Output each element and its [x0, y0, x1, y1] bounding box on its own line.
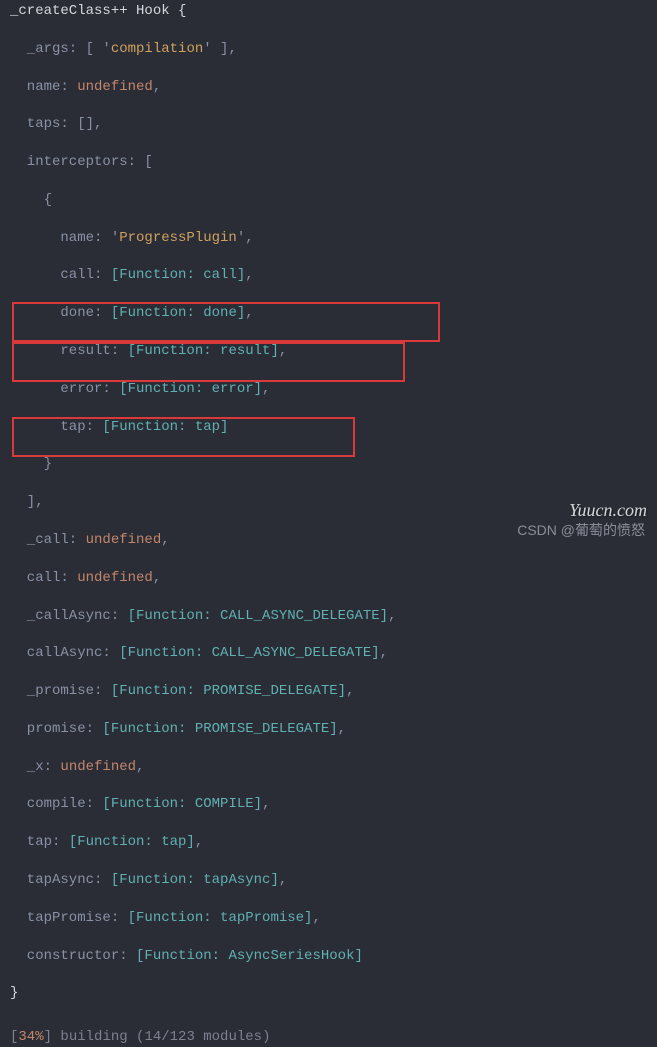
t: tap: — [10, 834, 69, 850]
code-line: done: [Function: done], — [10, 304, 657, 323]
t: [Function: tapAsync] — [111, 872, 279, 888]
t: } — [10, 985, 18, 1001]
code-line: call: [Function: call], — [10, 266, 657, 285]
code-line: result: [Function: result], — [10, 342, 657, 361]
t: tapPromise: — [10, 910, 128, 926]
code-line: error: [Function: error], — [10, 380, 657, 399]
build-status: [34%] building (14/123 modules) — [0, 1028, 657, 1047]
t: ' ], — [203, 41, 237, 57]
code-line: _createClass++ Hook { — [10, 2, 657, 21]
t: undefined — [77, 79, 153, 95]
code-block: _createClass++ Hook { _args: [ 'compilat… — [0, 0, 657, 1028]
code-line: promise: [Function: PROMISE_DELEGATE], — [10, 720, 657, 739]
code-line: interceptors: [ — [10, 153, 657, 172]
t: call: — [10, 570, 77, 586]
t: undefined — [60, 759, 136, 775]
t: , — [136, 759, 144, 775]
watermark-csdn: CSDN @葡萄的愤怒 — [517, 521, 645, 540]
code-line: { — [10, 191, 657, 210]
t: 34% — [18, 1029, 43, 1045]
t: _promise: — [10, 683, 111, 699]
code-line: _args: [ 'compilation' ], — [10, 40, 657, 59]
t: undefined — [77, 570, 153, 586]
code-line: name: 'ProgressPlugin', — [10, 229, 657, 248]
t: , — [338, 721, 346, 737]
code-line: ], — [10, 493, 657, 512]
t: , — [380, 645, 388, 661]
code-line: tapPromise: [Function: tapPromise], — [10, 909, 657, 928]
code-line: _x: undefined, — [10, 758, 657, 777]
t: call: — [10, 267, 111, 283]
code-line: tapAsync: [Function: tapAsync], — [10, 871, 657, 890]
t: interceptors: [ — [10, 154, 153, 170]
t: , — [262, 381, 270, 397]
t: [Function: COMPILE] — [102, 796, 262, 812]
code-line: tap: [Function: tap], — [10, 833, 657, 852]
t: ], — [10, 494, 44, 510]
t: error: — [10, 381, 119, 397]
t: [Function: tap] — [102, 419, 228, 435]
t: done: — [10, 305, 111, 321]
t: [Function: result] — [128, 343, 279, 359]
t: tapAsync: — [10, 872, 111, 888]
t: , — [195, 834, 203, 850]
t: [Function: CALL_ASYNC_DELEGATE] — [128, 608, 388, 624]
t: [Function: error] — [119, 381, 262, 397]
t: [Function: done] — [111, 305, 245, 321]
code-line: call: undefined, — [10, 569, 657, 588]
code-line: } — [10, 984, 657, 1003]
t: , — [153, 570, 161, 586]
watermark-yuucn: Yuucn.com — [569, 498, 647, 522]
t: name: ' — [10, 230, 119, 246]
code-line: name: undefined, — [10, 78, 657, 97]
t: [Function: AsyncSeriesHook] — [136, 948, 363, 964]
t: tap: — [10, 419, 102, 435]
t: callAsync: — [10, 645, 119, 661]
t: , — [245, 305, 253, 321]
t: [Function: PROMISE_DELEGATE] — [102, 721, 337, 737]
code-line: constructor: [Function: AsyncSeriesHook] — [10, 947, 657, 966]
t: [Function: tap] — [69, 834, 195, 850]
t: _args: [ ' — [10, 41, 111, 57]
t: , — [153, 79, 161, 95]
t: compile: — [10, 796, 102, 812]
t: name: — [10, 79, 77, 95]
code-line: taps: [], — [10, 115, 657, 134]
t: _createClass++ Hook { — [10, 3, 186, 19]
t: [Function: CALL_ASYNC_DELEGATE] — [119, 645, 379, 661]
t: , — [312, 910, 320, 926]
t: building (14/123 modules) — [52, 1029, 270, 1045]
t: , — [279, 343, 287, 359]
code-line: callAsync: [Function: CALL_ASYNC_DELEGAT… — [10, 644, 657, 663]
t: ', — [237, 230, 254, 246]
t: _callAsync: — [10, 608, 128, 624]
t: promise: — [10, 721, 102, 737]
t: compilation — [111, 41, 203, 57]
t: } — [10, 456, 52, 472]
code-line: tap: [Function: tap] — [10, 418, 657, 437]
t: constructor: — [10, 948, 136, 964]
code-line: _promise: [Function: PROMISE_DELEGATE], — [10, 682, 657, 701]
t: _x: — [10, 759, 60, 775]
code-line: } — [10, 455, 657, 474]
t: , — [388, 608, 396, 624]
t: [Function: PROMISE_DELEGATE] — [111, 683, 346, 699]
t: [Function: tapPromise] — [128, 910, 313, 926]
t: ] — [44, 1029, 52, 1045]
t: , — [346, 683, 354, 699]
t: ProgressPlugin — [119, 230, 237, 246]
t: result: — [10, 343, 128, 359]
t: , — [262, 796, 270, 812]
t: , — [245, 267, 253, 283]
t: [Function: call] — [111, 267, 245, 283]
code-line: _callAsync: [Function: CALL_ASYNC_DELEGA… — [10, 607, 657, 626]
t: { — [10, 192, 52, 208]
code-line: compile: [Function: COMPILE], — [10, 795, 657, 814]
t: taps: [], — [10, 116, 102, 132]
t: , — [279, 872, 287, 888]
t: [ — [10, 1029, 18, 1045]
